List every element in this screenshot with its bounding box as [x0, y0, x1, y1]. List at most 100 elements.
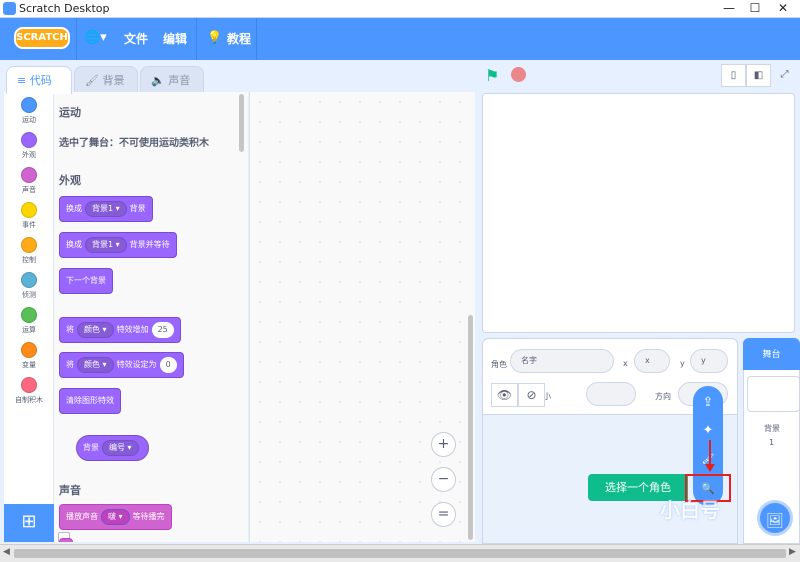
block-change-effect[interactable]: 将颜色 ▾ 特效增加 25 — [59, 317, 181, 343]
stage-canvas[interactable] — [482, 93, 795, 333]
menu-divider — [256, 18, 257, 60]
block-text: 将 — [66, 325, 74, 334]
block-next-backdrop[interactable]: 下一个背景 — [59, 268, 113, 294]
sprite-name-input[interactable]: 名字 — [510, 349, 614, 373]
category-label: 声音 — [22, 186, 36, 194]
scroll-left-icon[interactable]: ◀ — [3, 547, 10, 557]
number-name-dropdown[interactable]: 编号 ▾ — [102, 439, 139, 456]
tab-code-label: 代码 — [29, 74, 52, 87]
category-color-dot — [21, 377, 37, 393]
show-eye-icon[interactable]: 👁 — [491, 383, 518, 407]
maximize-button[interactable]: ☐ — [742, 0, 768, 18]
block-switch-backdrop[interactable]: 换成 背景1 ▾ 背景 — [59, 196, 153, 222]
choose-backdrop-button[interactable]: 🖼 — [757, 500, 793, 536]
workspace-scrollbar[interactable] — [468, 315, 473, 540]
tab-code[interactable]: ≡ 代码 — [6, 66, 72, 94]
zoom-out-button[interactable]: − — [431, 467, 456, 492]
zoom-in-button[interactable]: + — [431, 432, 456, 457]
block-text: 特效增加 — [116, 325, 149, 334]
category-color-dot — [21, 97, 37, 113]
block-clear-effects[interactable]: 清除图形特效 — [59, 388, 121, 414]
block-text: 播放声音 — [66, 512, 98, 521]
category-color-dot — [21, 202, 37, 218]
backdrop-dropdown[interactable]: 背景1 ▾ — [85, 236, 127, 253]
block-text: 特效设定为 — [116, 360, 157, 369]
y-input[interactable]: y — [690, 349, 728, 373]
category-label: 自制积木 — [15, 396, 43, 404]
scrollbar-thumb[interactable] — [14, 549, 786, 558]
category-3[interactable]: 事件 — [4, 202, 54, 230]
backdrop-dropdown[interactable]: 背景1 ▾ — [85, 200, 127, 217]
surprise-icon[interactable]: ✦ — [693, 417, 723, 445]
category-label: 变量 — [22, 361, 36, 369]
block-text: 换成 — [66, 204, 82, 213]
title-bar: Scratch Desktop — ☐ ✕ — [0, 0, 800, 18]
block-backdrop-reporter[interactable]: 背景 编号 ▾ — [76, 435, 149, 461]
category-0[interactable]: 运动 — [4, 97, 54, 125]
size-input[interactable] — [586, 382, 636, 406]
sound-header: 声音 — [59, 484, 81, 497]
fullscreen-icon[interactable]: ⤢ — [772, 64, 797, 87]
block-text: 换成 — [66, 240, 82, 249]
backdrop-count: 1 — [769, 438, 775, 447]
block-play-sound-until-done[interactable]: 播放声音啵 ▾ 等待播完 — [59, 504, 172, 530]
palette-scrollbar[interactable] — [239, 94, 244, 152]
block-text: 背景 — [129, 204, 146, 213]
tab-backdrops-label: 背景 — [102, 74, 125, 87]
category-color-dot — [21, 342, 37, 358]
add-extension-button[interactable]: ⊞ — [4, 504, 54, 542]
category-label: 外观 — [22, 151, 36, 159]
menu-divider — [196, 18, 197, 60]
category-color-dot — [21, 272, 37, 288]
x-input[interactable]: x — [634, 349, 670, 373]
category-label: 运算 — [22, 326, 36, 334]
upload-icon[interactable]: ⇪ — [693, 389, 723, 417]
category-7[interactable]: 变量 — [4, 342, 54, 370]
hide-eye-slash-icon[interactable]: ⊘ — [518, 383, 545, 407]
tab-sounds[interactable]: 🔈 声音 — [140, 66, 204, 94]
category-label: 运动 — [22, 116, 36, 124]
scroll-right-icon[interactable]: ▶ — [789, 547, 796, 557]
close-button[interactable]: ✕ — [768, 0, 798, 18]
green-flag-icon[interactable]: ⚑ — [485, 66, 501, 85]
block-sound-partial[interactable] — [59, 538, 73, 542]
category-label: 事件 — [22, 221, 36, 229]
category-8[interactable]: 自制积木 — [4, 377, 54, 405]
effect-dropdown[interactable]: 颜色 ▾ — [77, 321, 114, 338]
category-1[interactable]: 外观 — [4, 132, 54, 160]
watermark: 小白号 — [660, 498, 720, 522]
stop-button[interactable] — [511, 67, 526, 82]
block-set-effect[interactable]: 将颜色 ▾ 特效设定为 0 — [59, 352, 184, 378]
category-label: 侦测 — [22, 291, 36, 299]
minimize-button[interactable]: — — [716, 0, 742, 18]
sound-dropdown[interactable]: 啵 ▾ — [101, 508, 130, 525]
menu-edit[interactable]: 编辑 — [163, 30, 187, 47]
effect-dropdown[interactable]: 颜色 ▾ — [77, 356, 114, 373]
small-stage-button[interactable]: ▯ — [721, 64, 746, 87]
zoom-reset-button[interactable]: = — [431, 502, 456, 527]
scratch-logo[interactable]: SCRATCH — [14, 27, 70, 49]
looks-header: 外观 — [59, 174, 81, 187]
category-2[interactable]: 声音 — [4, 167, 54, 195]
category-4[interactable]: 控制 — [4, 237, 54, 265]
brush-icon: 🖌 — [85, 74, 99, 87]
lightbulb-icon: 💡 — [207, 30, 222, 44]
stage-tab[interactable]: 舞台 — [743, 338, 800, 370]
menu-tutorials[interactable]: 教程 — [227, 30, 251, 47]
annotation-arrow — [705, 440, 715, 472]
block-switch-backdrop-wait[interactable]: 换成 背景1 ▾ 背景并等待 — [59, 232, 177, 258]
code-icon: ≡ — [17, 74, 27, 87]
block-palette: 运动 选中了舞台：不可使用运动类积木 外观 换成 背景1 ▾ 背景 换成 背景1 ▾ 背… — [54, 92, 248, 542]
category-5[interactable]: 侦测 — [4, 272, 54, 300]
effect-value-input[interactable]: 0 — [159, 356, 177, 373]
category-6[interactable]: 运算 — [4, 307, 54, 335]
menu-bar: SCRATCH 🌐▾ 文件 编辑 💡 教程 — [0, 18, 800, 60]
normal-stage-button[interactable]: ◧ — [746, 64, 771, 87]
tab-backdrops[interactable]: 🖌 背景 — [74, 66, 138, 94]
effect-value-input[interactable]: 25 — [151, 321, 174, 338]
horizontal-scrollbar[interactable]: ◀ ▶ — [0, 544, 800, 562]
motion-header: 运动 — [59, 106, 81, 119]
stage-thumbnail[interactable] — [747, 376, 800, 412]
language-globe-icon[interactable]: 🌐▾ — [84, 30, 107, 45]
menu-file[interactable]: 文件 — [124, 30, 148, 47]
